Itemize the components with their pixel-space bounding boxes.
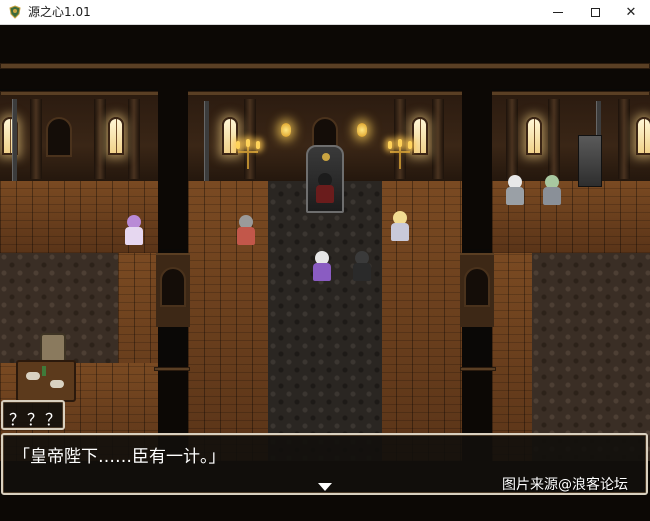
dark-arch-window — [46, 117, 72, 157]
watermark-text: 图片来源@浪客论坛 — [502, 477, 628, 493]
wall-pipe — [12, 99, 17, 187]
npc-dark-horned-advisor[interactable] — [350, 251, 374, 281]
lit-window — [108, 117, 124, 155]
npc-green-hair-soldier[interactable] — [540, 175, 564, 205]
right-stone-floor — [532, 253, 650, 463]
npc-armored-guard[interactable] — [234, 215, 258, 245]
lit-window — [636, 117, 650, 155]
pillar — [506, 99, 518, 179]
npc-purple-hair-girl[interactable] — [122, 215, 146, 245]
throne-gem — [322, 153, 330, 161]
throne-frame-top — [184, 91, 466, 96]
pillar — [128, 99, 140, 179]
lower-frame — [154, 367, 190, 371]
game-shield-icon — [9, 5, 21, 19]
table-with-food[interactable] — [16, 360, 76, 402]
lit-window — [412, 117, 428, 155]
minimize-icon — [553, 12, 563, 13]
iron-stove[interactable] — [578, 135, 602, 187]
right-corridor-floor — [492, 253, 532, 463]
candelabra-icon — [236, 139, 260, 169]
divider-wall — [462, 89, 492, 249]
close-button[interactable]: ✕ — [611, 0, 650, 25]
left-room-frame-top — [0, 91, 160, 96]
pillar — [30, 99, 42, 179]
wall-lantern-icon — [357, 123, 367, 137]
pillar — [548, 99, 560, 179]
dark-arch-window — [464, 267, 490, 307]
throne-carpet — [268, 181, 382, 461]
npc-white-hair-soldier[interactable] — [503, 175, 527, 205]
chair[interactable] — [40, 333, 66, 363]
close-icon: ✕ — [625, 5, 637, 20]
npc-blonde-knight[interactable] — [388, 211, 412, 241]
right-room-frame-top — [488, 91, 650, 96]
pillar — [94, 99, 106, 179]
speaker-namebox: ？？？ — [1, 400, 65, 430]
lit-window — [526, 117, 542, 155]
pillar — [432, 99, 444, 179]
upper-void — [0, 69, 650, 89]
npc-horned-helm-warrior[interactable] — [310, 251, 334, 281]
dialog-message: 「皇帝陛下……臣有一计。」 — [13, 447, 226, 467]
lower-frame — [460, 367, 496, 371]
npc-emperor-on-throne[interactable] — [313, 173, 337, 203]
maximize-icon — [590, 8, 600, 17]
pillar — [618, 99, 630, 179]
divider-wall — [158, 89, 188, 249]
plate-icon — [26, 372, 40, 380]
advance-arrow-icon[interactable] — [318, 483, 332, 491]
maximize-button[interactable] — [575, 0, 615, 25]
candelabra-icon — [388, 139, 412, 169]
window-title: 源之心1.01 — [28, 5, 91, 19]
plate-icon — [50, 380, 64, 388]
minimize-button[interactable] — [538, 0, 578, 25]
dark-arch-window — [160, 267, 186, 307]
ceiling — [0, 25, 650, 65]
speaker-name: ？？？ — [9, 410, 64, 429]
wall-lantern-icon — [281, 123, 291, 137]
wall-pipe — [204, 101, 209, 189]
window-titlebar[interactable]: 源之心1.01 ✕ — [0, 0, 650, 25]
bottle-icon — [42, 366, 46, 376]
